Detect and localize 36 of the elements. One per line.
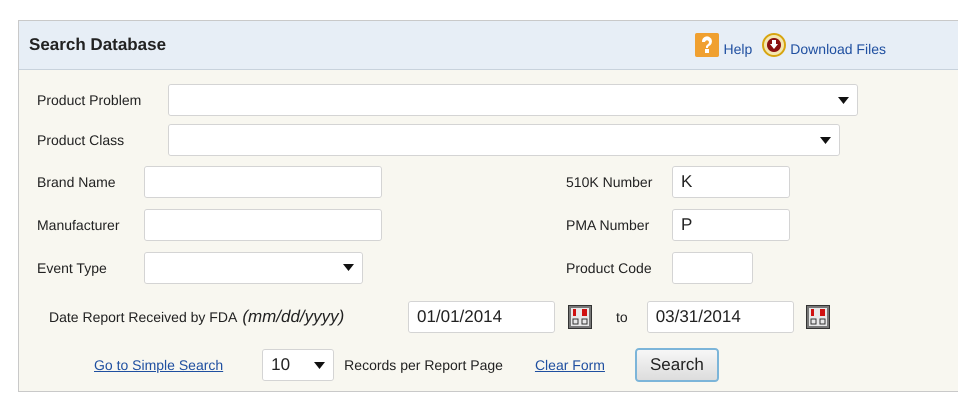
text-field[interactable] [144,166,382,198]
field-label: PMA Number [566,216,650,232]
field-label: Brand Name [37,174,117,190]
caret-icon [343,264,354,271]
panel-title: Search Database [29,35,168,55]
text-field[interactable] [144,208,382,240]
calendar-icon[interactable] [568,305,592,329]
caret-icon [820,136,831,144]
field-label: 510K Number [566,174,654,190]
date-to-field[interactable]: 03/31/2014 [646,301,794,333]
field-label: Product Code [566,260,653,276]
search-button[interactable]: Search [634,348,719,382]
records-label: Records per Report Page [344,357,503,373]
help-icon[interactable] [695,33,720,57]
caret-icon [314,362,326,368]
text-field[interactable]: P [672,208,790,240]
calendar-icon[interactable] [806,305,830,329]
text-field[interactable]: K [672,166,790,198]
to-label: to [616,309,628,325]
field-label: Event Type [37,260,108,276]
simple-search-link[interactable]: Go to Simple Search [94,357,224,373]
field-label: Product Problem [37,92,142,108]
date-label: Date Report Received by FDA (mm/dd/yyyy) [49,307,346,327]
field-label: Product Class [37,132,126,148]
dropdown[interactable] [144,252,363,284]
clear-form-link[interactable]: Clear Form [534,357,605,373]
download-icon[interactable] [762,33,786,57]
caret-icon [838,96,849,104]
help-link[interactable]: Help [723,41,752,57]
dropdown[interactable] [168,84,858,116]
text-field[interactable] [672,252,753,284]
dropdown[interactable] [168,124,840,156]
download-link[interactable]: Download Files [790,41,886,57]
field-label: Manufacturer [37,216,120,232]
records-dropdown[interactable]: 10 [262,349,334,381]
date-from-field[interactable]: 01/01/2014 [408,301,555,333]
